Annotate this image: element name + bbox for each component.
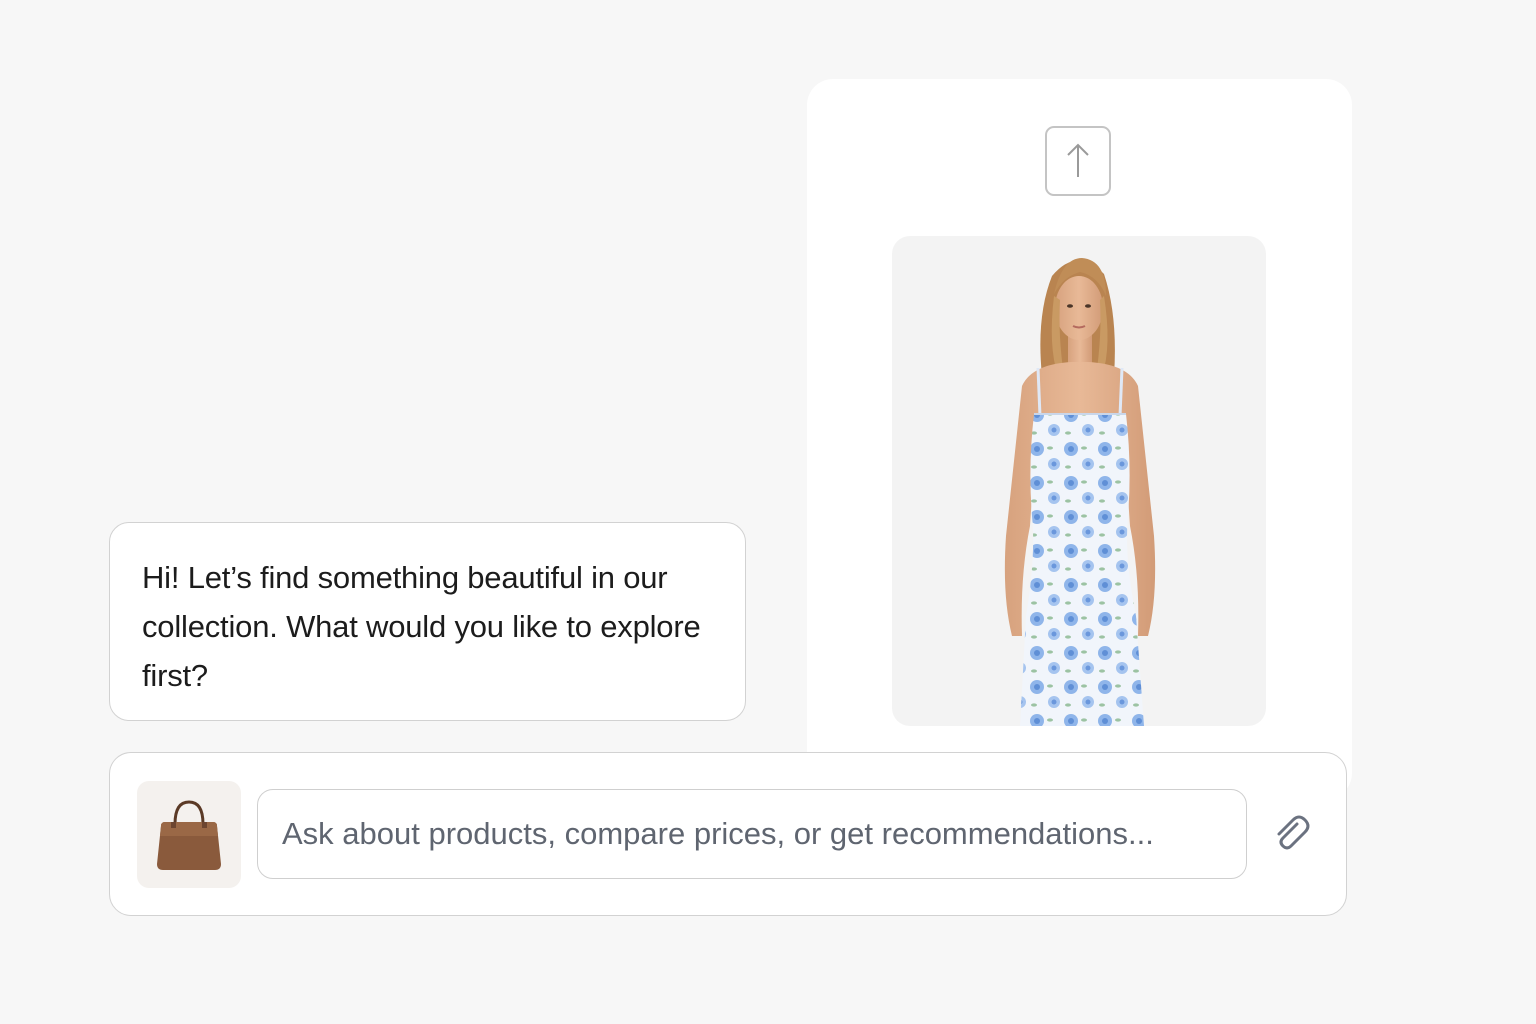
paperclip-icon — [1277, 815, 1310, 850]
handbag-icon — [157, 799, 221, 870]
assistant-message-bubble: Hi! Let’s find something beautiful in ou… — [109, 522, 746, 721]
message-input[interactable] — [257, 789, 1247, 879]
attach-button[interactable] — [1268, 811, 1314, 857]
assistant-message-text: Hi! Let’s find something beautiful in ou… — [142, 560, 701, 693]
arrow-up-icon — [1067, 143, 1089, 177]
product-thumbnail-button[interactable] — [137, 781, 241, 888]
chat-screen: Hi! Let’s find something beautiful in ou… — [0, 0, 1536, 1024]
model-in-floral-dress-image — [1004, 258, 1156, 726]
upload-button[interactable] — [1045, 126, 1111, 196]
product-preview-panel — [807, 79, 1352, 799]
product-image[interactable] — [892, 236, 1266, 726]
chat-composer — [109, 752, 1347, 916]
